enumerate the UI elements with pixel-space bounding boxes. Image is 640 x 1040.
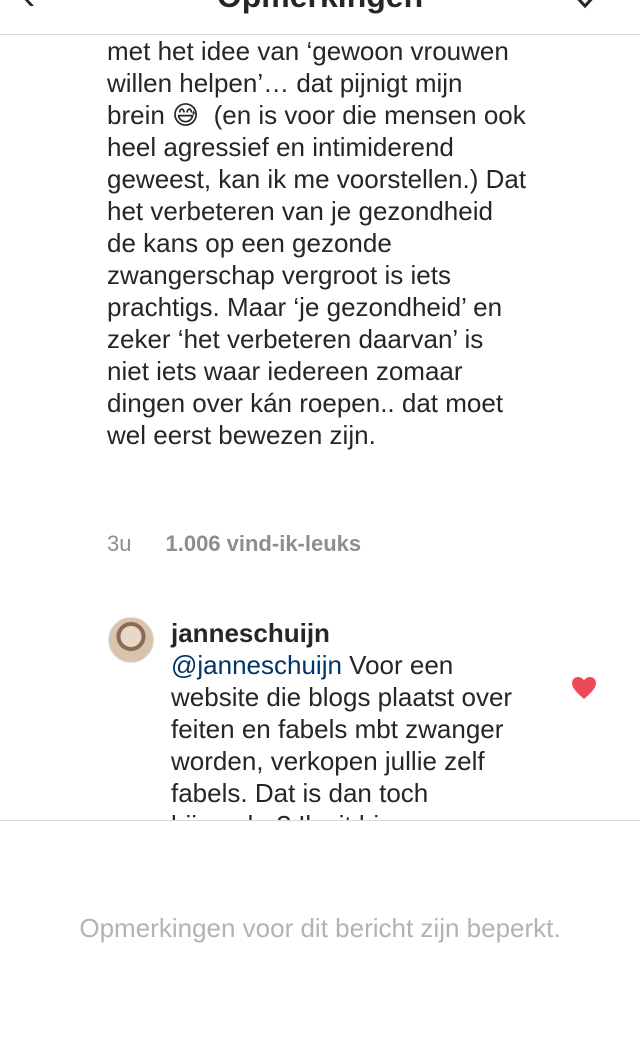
page-title: Opmerkingen xyxy=(0,0,640,15)
comments-restricted-notice: Opmerkingen voor dit bericht zijn beperk… xyxy=(79,913,561,943)
reply-mention[interactable]: @janneschuijn xyxy=(171,650,342,680)
avatar[interactable] xyxy=(108,617,154,663)
comment-text: met het idee van ‘gewoon vrouwen willen … xyxy=(107,36,534,450)
comments-list[interactable]: met het idee van ‘gewoon vrouwen willen … xyxy=(0,35,640,820)
comments-header: ‹ Opmerkingen xyxy=(0,0,640,35)
comment-meta: 3u 1.006 vind-ik-leuks xyxy=(107,531,361,557)
reply-comment: janneschuijn @janneschuijn Voor een webs… xyxy=(171,617,541,820)
reply-username[interactable]: janneschuijn xyxy=(171,617,541,649)
heart-icon[interactable] xyxy=(571,676,597,700)
paper-plane-icon[interactable] xyxy=(570,0,600,10)
footer-divider xyxy=(0,820,640,821)
comment-likes-count[interactable]: 1.006 vind-ik-leuks xyxy=(165,531,361,556)
comment-age: 3u xyxy=(107,531,132,556)
